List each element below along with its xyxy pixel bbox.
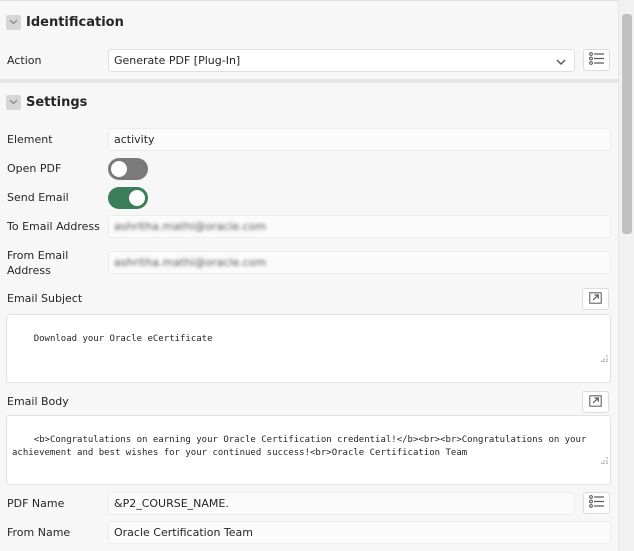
send-email-label: Send Email bbox=[7, 191, 69, 204]
element-label: Element bbox=[7, 133, 53, 146]
list-icon bbox=[588, 495, 605, 511]
scrollbar-thumb[interactable] bbox=[622, 14, 632, 234]
expand-icon bbox=[589, 291, 602, 307]
expand-icon bbox=[589, 394, 602, 410]
to-email-field[interactable]: ashritha.mathi@oracle.com bbox=[108, 215, 611, 238]
action-select[interactable]: Generate PDF [Plug-In] bbox=[108, 49, 575, 72]
section-identification-header[interactable]: Identification bbox=[0, 3, 618, 41]
list-icon bbox=[588, 52, 605, 68]
from-email-field[interactable]: ashritha.mathi@oracle.com bbox=[108, 251, 611, 274]
element-field[interactable]: activity bbox=[108, 128, 611, 151]
email-body-label: Email Body bbox=[7, 395, 69, 408]
email-body-expand-button[interactable] bbox=[582, 391, 609, 413]
toggle-knob bbox=[129, 190, 145, 206]
from-name-value: Oracle Certification Team bbox=[114, 526, 253, 539]
action-value: Generate PDF [Plug-In] bbox=[114, 54, 241, 67]
pdf-name-value: &P2_COURSE_NAME. bbox=[114, 497, 229, 510]
element-value: activity bbox=[114, 133, 155, 146]
action-list-button[interactable] bbox=[583, 49, 610, 71]
from-name-label: From Name bbox=[7, 526, 71, 539]
section-title: Identification bbox=[26, 14, 124, 30]
action-label: Action bbox=[7, 54, 42, 67]
chevron-down-icon[interactable] bbox=[6, 14, 21, 30]
from-email-label-line1: From Email bbox=[7, 249, 69, 262]
chevron-down-icon bbox=[556, 56, 566, 69]
pdf-name-field[interactable]: &P2_COURSE_NAME. bbox=[108, 492, 575, 515]
from-email-label-line2: Address bbox=[7, 264, 51, 277]
email-subject-label: Email Subject bbox=[7, 292, 83, 305]
property-editor-panel: Identification Action Generate PDF [Plug… bbox=[0, 0, 618, 551]
chevron-down-icon[interactable] bbox=[6, 94, 21, 110]
vertical-scrollbar[interactable] bbox=[618, 0, 634, 551]
open-pdf-toggle[interactable] bbox=[108, 158, 148, 180]
email-body-textarea[interactable]: <b>Congratulations on earning your Oracl… bbox=[6, 415, 611, 485]
section-title: Settings bbox=[26, 94, 88, 110]
from-email-value: ashritha.mathi@oracle.com bbox=[114, 256, 267, 269]
pdf-name-label: PDF Name bbox=[7, 497, 65, 510]
email-body-value: <b>Congratulations on earning your Oracl… bbox=[12, 435, 592, 458]
email-subject-textarea[interactable]: Download your Oracle eCertificate bbox=[6, 314, 611, 383]
to-email-value: ashritha.mathi@oracle.com bbox=[114, 220, 267, 233]
resize-handle-icon[interactable] bbox=[568, 341, 608, 380]
from-name-field[interactable]: Oracle Certification Team bbox=[108, 521, 611, 544]
email-subject-value: Download your Oracle eCertificate bbox=[33, 334, 213, 344]
resize-handle-icon[interactable] bbox=[568, 443, 608, 482]
pdf-name-list-button[interactable] bbox=[583, 492, 610, 514]
toggle-knob bbox=[111, 161, 127, 177]
open-pdf-label: Open PDF bbox=[7, 162, 62, 175]
email-subject-expand-button[interactable] bbox=[582, 288, 609, 310]
section-settings-header[interactable]: Settings bbox=[0, 83, 618, 121]
send-email-toggle[interactable] bbox=[108, 187, 148, 209]
to-email-label: To Email Address bbox=[7, 220, 100, 233]
